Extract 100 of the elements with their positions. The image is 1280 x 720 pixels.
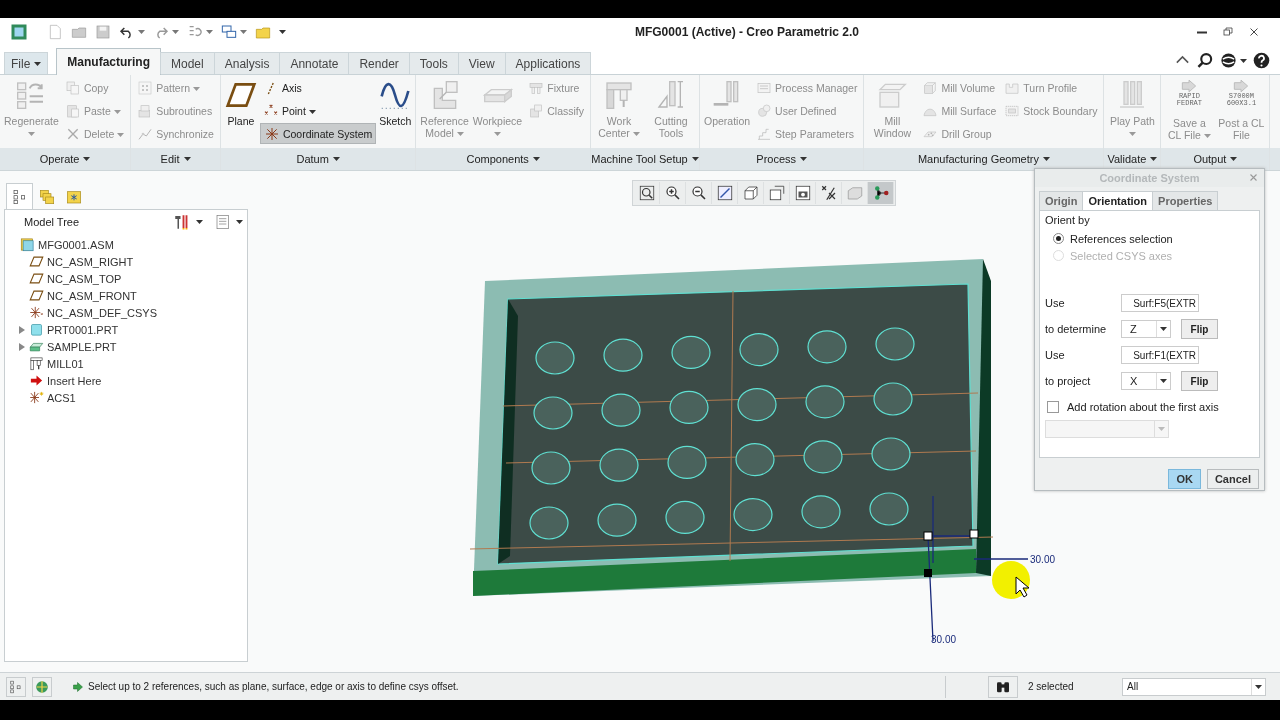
caret-icon: [1160, 327, 1167, 331]
group-menu[interactable]: Manufacturing Geometry: [864, 148, 1104, 170]
tree-item[interactable]: NC_ASM_DEF_CSYS: [5, 304, 162, 321]
settings-button[interactable]: [173, 213, 203, 231]
machine-icon: [29, 356, 44, 371]
reference-field[interactable]: Surf:F5(EXTR: [1121, 294, 1199, 312]
cancel-button[interactable]: Cancel: [1206, 469, 1259, 489]
ribbon-tab[interactable]: View: [457, 52, 506, 74]
dialog-tab[interactable]: Orientation: [1082, 191, 1154, 210]
ribbon-button[interactable]: Coordinate System: [259, 123, 377, 144]
reference-field[interactable]: Surf:F1(EXTR: [1121, 346, 1199, 364]
checkbox[interactable]: [1047, 401, 1059, 413]
ribbon-button[interactable]: Point: [259, 100, 377, 121]
show-button[interactable]: [215, 214, 243, 230]
help-icon: [1253, 52, 1270, 69]
filter-dropdown[interactable]: All: [1122, 677, 1266, 696]
caret-icon: [279, 30, 286, 34]
pattern-icon: [137, 79, 154, 96]
ribbon-tab[interactable]: Applications: [504, 52, 592, 74]
open-folder-icon: [71, 24, 87, 40]
panel-title: Model Tree: [24, 216, 81, 228]
toolbar-button[interactable]: [1253, 52, 1270, 69]
close-icon: [1248, 26, 1260, 38]
minimize-icon: [1196, 30, 1208, 34]
ribbon-button[interactable]: Sketch: [378, 77, 413, 129]
copy-icon: [64, 79, 81, 96]
group-menu[interactable]: Operate: [0, 148, 131, 170]
tree-item[interactable]: NC_ASM_RIGHT: [5, 253, 138, 270]
caret-icon: [1230, 157, 1238, 161]
ribbon-button[interactable]: Plane: [223, 77, 258, 129]
tree-item[interactable]: NC_ASM_TOP: [5, 270, 126, 287]
close-button[interactable]: [1249, 173, 1258, 182]
favorites-folder-icon: [65, 188, 82, 205]
ribbon-button[interactable]: Axis: [259, 77, 377, 98]
tree-item[interactable]: NC_ASM_FRONT: [5, 287, 141, 304]
group-menu[interactable]: Output: [1161, 148, 1270, 170]
ribbon-tab[interactable]: Model: [160, 52, 215, 74]
group-menu[interactable]: Components: [416, 148, 590, 170]
caret-icon: [1158, 427, 1165, 431]
flip-button[interactable]: Flip: [1181, 319, 1218, 339]
group-menu[interactable]: Datum: [220, 148, 416, 170]
expand-arrow-icon[interactable]: [18, 342, 26, 351]
view-tool-button[interactable]: [868, 182, 894, 204]
plane-icon: [29, 254, 44, 269]
group-menu[interactable]: Validate: [1104, 148, 1161, 170]
expand-arrow-icon[interactable]: [18, 325, 26, 334]
caret-icon: [196, 220, 203, 224]
tree-item[interactable]: MILL01: [5, 355, 88, 372]
toolbar-button[interactable]: [1220, 52, 1247, 69]
radio-button[interactable]: [1053, 233, 1064, 244]
tree-item[interactable]: MFG0001.ASM: [5, 236, 118, 253]
ribbon-tab[interactable]: Annotate: [279, 52, 350, 74]
group-menu[interactable]: Process: [700, 148, 864, 170]
selection-count: 2 selected: [1028, 681, 1075, 692]
axis-dropdown[interactable]: Z: [1121, 320, 1171, 338]
datum-display-icon: [819, 184, 838, 202]
ribbon-tab[interactable]: Analysis: [213, 52, 281, 74]
flip-button[interactable]: Flip: [1181, 371, 1218, 391]
windows-icon: [221, 24, 237, 40]
tree-icon: [11, 188, 28, 205]
list-icon: [215, 214, 231, 230]
field-label: to determine: [1045, 323, 1108, 335]
radio-option[interactable]: References selection: [1045, 230, 1254, 247]
field-label: to project: [1045, 375, 1092, 387]
group-menu[interactable]: Edit: [131, 148, 220, 170]
group-menu[interactable]: Machine Tool Setup: [591, 148, 699, 170]
folder-icon: [255, 24, 271, 40]
find-button[interactable]: [988, 675, 1018, 698]
tree-item[interactable]: SAMPLE.PRT: [5, 338, 121, 355]
field-label: Use: [1045, 297, 1066, 309]
globe-icon: [1220, 52, 1237, 69]
caret-icon: [1240, 58, 1247, 63]
caret-icon: [206, 30, 213, 34]
section-label: Orient by: [1045, 214, 1091, 226]
panel-tab[interactable]: [6, 183, 33, 209]
plane-icon: [29, 288, 44, 303]
checkbox-option[interactable]: Add rotation about the first axis: [1045, 398, 1254, 416]
ribbon-tab[interactable]: Render: [348, 52, 410, 74]
close-icon: [1249, 173, 1258, 182]
arrow-icon: [72, 680, 84, 693]
caret-icon: [172, 30, 179, 34]
ribbon-tab[interactable]: Manufacturing: [56, 48, 161, 75]
toolbar-button[interactable]: [1197, 52, 1214, 69]
tree-item[interactable]: PRT0001.PRT: [5, 321, 123, 338]
dialog-tab[interactable]: Origin: [1039, 191, 1084, 210]
zoom-out-icon: [689, 184, 708, 202]
coordinate-system-icon: [263, 125, 280, 142]
caret-icon: [34, 61, 42, 66]
dimension-label: 30.00: [1030, 554, 1056, 565]
toolbar-button[interactable]: [276, 28, 289, 36]
machine-icon: [603, 79, 635, 111]
save-icon: [95, 24, 111, 40]
ribbon-tab[interactable]: Tools: [408, 52, 459, 74]
dialog-tab[interactable]: Properties: [1152, 191, 1219, 210]
axis-dropdown[interactable]: X: [1121, 372, 1171, 390]
paste-icon: [64, 102, 81, 119]
tree-item[interactable]: Insert Here: [5, 372, 106, 389]
menu-tab[interactable]: File: [4, 52, 49, 74]
tree-item[interactable]: ACS1: [5, 389, 80, 406]
ok-button[interactable]: OK: [1168, 469, 1201, 489]
